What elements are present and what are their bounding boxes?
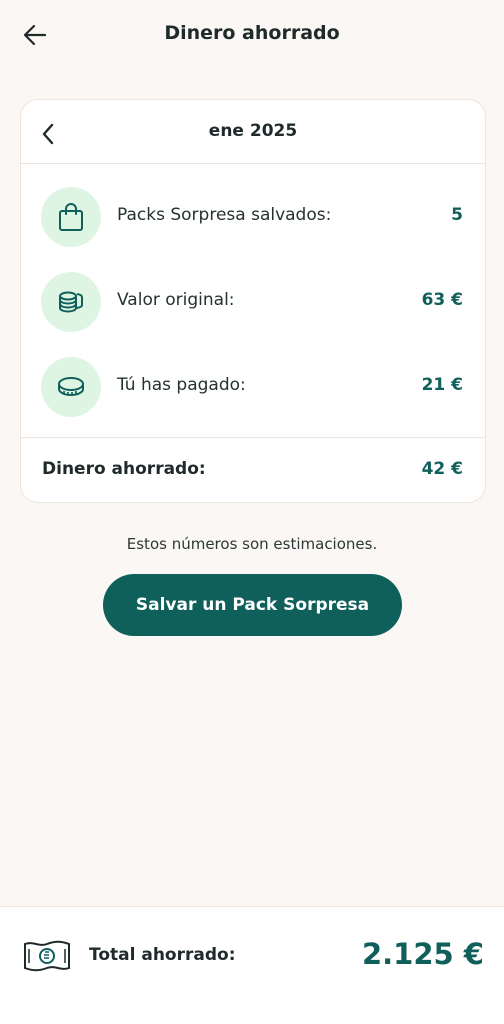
total-saved-value: 2.125 €	[361, 937, 484, 971]
disclaimer-text: Estos números son estimaciones.	[126, 535, 378, 553]
stat-value: 21 €	[421, 375, 463, 395]
stat-value: 63 €	[421, 290, 463, 310]
page-title: Dinero ahorrado	[164, 22, 340, 44]
stat-label: Packs Sorpresa salvados:	[117, 205, 332, 225]
stat-icon-circle	[41, 357, 101, 417]
stat-value: 5	[451, 205, 463, 225]
stat-icon-circle	[41, 187, 101, 247]
stat-icon-circle	[41, 272, 101, 332]
save-pack-button[interactable]: Salvar un Pack Sorpresa	[103, 574, 402, 636]
stat-label: Valor original:	[117, 290, 235, 310]
stat-row-paid: Tú has pagado: 21 €	[21, 356, 485, 418]
coin-icon	[58, 377, 84, 397]
stat-row-original-value: Valor original: 63 €	[21, 271, 485, 333]
footer-total-bar: Total ahorrado: 2.125 €	[0, 906, 504, 1024]
saved-value: 42 €	[421, 459, 463, 479]
coin-stack-icon	[59, 291, 83, 313]
header: Dinero ahorrado	[0, 0, 504, 70]
bag-icon	[59, 203, 83, 231]
month-selector: ene 2025	[21, 100, 485, 164]
total-saved-label: Total ahorrado:	[89, 945, 236, 965]
saved-label: Dinero ahorrado:	[42, 459, 206, 479]
stat-label: Tú has pagado:	[117, 375, 246, 395]
savings-card: ene 2025 Packs Sorpresa salvados: 5 Valo…	[20, 99, 486, 503]
month-label: ene 2025	[208, 121, 298, 141]
divider	[21, 437, 485, 438]
stat-row-packs: Packs Sorpresa salvados: 5	[21, 186, 485, 248]
app-root: Dinero ahorrado ene 2025 Packs Sorpresa …	[0, 0, 504, 1024]
banknote-icon	[24, 940, 70, 972]
